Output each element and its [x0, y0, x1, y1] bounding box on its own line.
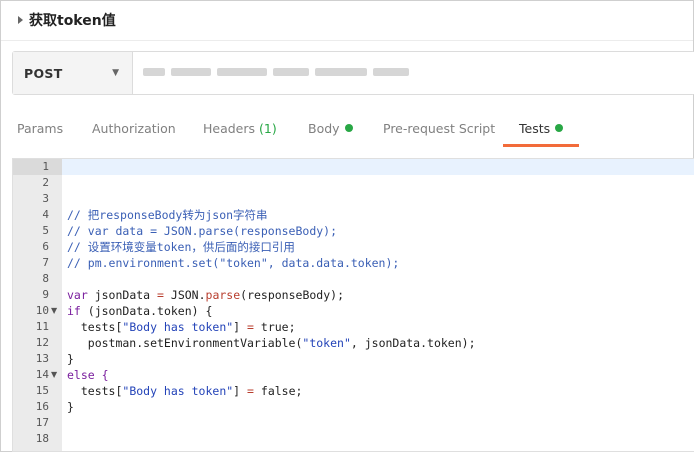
line-number: 7 [42, 256, 49, 269]
headers-count-badge: (1) [259, 121, 277, 136]
blurred-url-text [315, 68, 367, 76]
line-number: 9 [42, 288, 49, 301]
request-title-bar[interactable]: 获取token值 [1, 1, 693, 39]
tab-tests[interactable]: Tests [519, 121, 564, 136]
code-text: ] [233, 384, 248, 398]
chevron-down-icon: ▼ [112, 68, 119, 78]
request-tabs: Params Authorization Headers (1) Body Pr… [1, 111, 693, 147]
code-line: tests["Body has token"] = false; [67, 383, 303, 399]
code-operator: = [247, 320, 254, 334]
tab-tests-label: Tests [519, 121, 551, 136]
code-text: jsonData [87, 288, 158, 302]
line-number: 2 [42, 176, 49, 189]
code-line: else { [67, 368, 109, 382]
code-text: tests[ [67, 320, 123, 334]
code-string: "token" [302, 336, 351, 350]
line-number: 3 [42, 192, 49, 205]
line-number: 4 [42, 208, 49, 221]
tab-authorization[interactable]: Authorization [92, 121, 176, 136]
method-label: POST [24, 65, 63, 81]
line-number: 8 [42, 272, 49, 285]
code-text: , jsonData.token); [350, 336, 476, 350]
active-tab-indicator [503, 144, 579, 147]
line-number: 10 [35, 304, 49, 317]
fold-arrow-icon[interactable]: ▼ [51, 303, 57, 319]
code-operator: = [157, 288, 164, 302]
tab-params[interactable]: Params [17, 121, 63, 136]
line-number: 18 [35, 432, 49, 445]
url-input[interactable] [133, 52, 694, 94]
divider [1, 40, 693, 41]
blurred-url-text [171, 68, 211, 76]
method-select[interactable]: POST ▼ [13, 52, 133, 94]
code-text: (jsonData.token) { [80, 304, 213, 318]
blurred-url-text [273, 68, 309, 76]
code-text: postman.setEnvironmentVariable( [67, 336, 303, 350]
body-status-dot-icon [344, 124, 353, 132]
code-keyword: if [67, 304, 81, 318]
tab-headers-label: Headers [203, 121, 256, 136]
request-title: 获取token值 [29, 13, 116, 29]
tab-body-label: Body [308, 121, 340, 136]
code-text: tests[ [67, 384, 123, 398]
expand-caret-icon[interactable] [18, 16, 23, 24]
code-line: postman.setEnvironmentVariable("token", … [67, 335, 476, 351]
code-line: // 设置环境变量token，供后面的接口引用 [67, 240, 295, 254]
request-panel: 获取token值 POST ▼ Params Authorization Hea… [0, 0, 694, 452]
request-bar: POST ▼ [12, 51, 694, 95]
line-number: 13 [35, 352, 49, 365]
code-line: // pm.environment.set("token", data.data… [67, 256, 400, 270]
tab-headers[interactable]: Headers (1) [203, 121, 277, 136]
code-line: var jsonData = JSON.parse(responseBody); [67, 287, 344, 303]
line-number: 6 [42, 240, 49, 253]
code-line: } [67, 352, 74, 366]
code-text: JSON. [163, 288, 206, 302]
tab-pre-request-script[interactable]: Pre-request Script [383, 121, 495, 136]
code-keyword: var [67, 288, 88, 302]
line-number: 11 [35, 320, 49, 333]
blurred-url-text [373, 68, 409, 76]
code-line: } [67, 400, 74, 414]
line-number: 12 [35, 336, 49, 349]
code-operator: = [247, 384, 254, 398]
code-line: // var data = JSON.parse(responseBody); [67, 224, 338, 238]
line-number: 15 [35, 384, 49, 397]
code-text: true; [253, 320, 296, 334]
code-line: if (jsonData.token) { [67, 303, 212, 319]
blurred-url-text [217, 68, 267, 76]
code-text: false; [253, 384, 303, 398]
current-line-highlight [62, 159, 694, 175]
line-number: 5 [42, 224, 49, 237]
code-text: ] [233, 320, 248, 334]
code-text: (responseBody); [240, 288, 344, 302]
code-line: // 把responseBody转为json字符串 [67, 208, 268, 222]
line-number: 14 [35, 368, 49, 381]
line-number: 16 [35, 400, 49, 413]
code-line: tests["Body has token"] = true; [67, 319, 296, 335]
tab-body[interactable]: Body [308, 121, 353, 136]
blurred-url-text [143, 68, 165, 76]
code-method: parse [205, 288, 241, 302]
tests-status-dot-icon [555, 124, 564, 132]
line-number: 1 [42, 160, 49, 173]
code-string: "Body has token" [122, 384, 234, 398]
code-editor[interactable]: 1 2 3 4 5 6 7 8 9 10 11 12 13 14 15 16 1… [12, 158, 694, 452]
code-string: "Body has token" [122, 320, 234, 334]
line-number: 17 [35, 416, 49, 429]
fold-arrow-icon[interactable]: ▼ [51, 367, 57, 383]
